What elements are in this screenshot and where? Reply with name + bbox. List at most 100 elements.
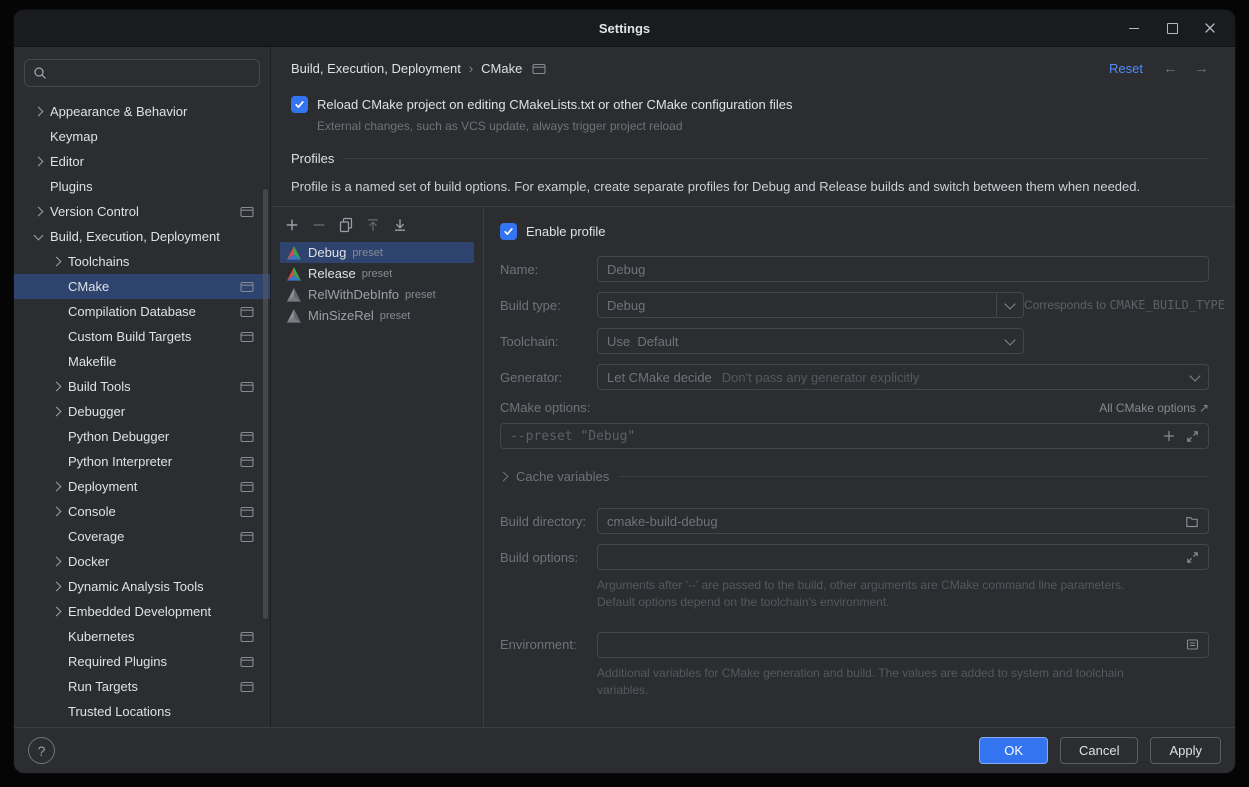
minimize-button[interactable] bbox=[1115, 10, 1153, 46]
dialog-footer: ? OK Cancel Apply bbox=[14, 727, 1235, 773]
name-field[interactable]: Debug bbox=[597, 256, 1209, 282]
chevron-right-icon[interactable] bbox=[48, 554, 64, 570]
build-type-select[interactable]: Debug bbox=[597, 292, 1024, 318]
profile-preset-tag: preset bbox=[380, 310, 411, 322]
chevron-right-icon[interactable] bbox=[48, 604, 64, 620]
sidebar-item-makefile[interactable]: Makefile bbox=[14, 349, 270, 374]
sidebar-item-python-debugger[interactable]: Python Debugger bbox=[14, 424, 270, 449]
chevron-right-icon[interactable] bbox=[30, 154, 46, 170]
breadcrumb-item-build-execution-deployment[interactable]: Build, Execution, Deployment bbox=[291, 61, 461, 76]
profile-form: Enable profile Name: Debug Build type: D… bbox=[484, 207, 1235, 727]
sidebar-item-required-plugins[interactable]: Required Plugins bbox=[14, 649, 270, 674]
toolchain-select[interactable]: Use Default bbox=[597, 328, 1024, 354]
sidebar-item-kubernetes[interactable]: Kubernetes bbox=[14, 624, 270, 649]
forward-arrow-icon[interactable]: → bbox=[1194, 60, 1209, 77]
chevron-right-icon[interactable] bbox=[30, 204, 46, 220]
close-button[interactable] bbox=[1191, 10, 1229, 46]
chevron-down-icon[interactable] bbox=[30, 229, 46, 245]
sidebar-item-debugger[interactable]: Debugger bbox=[14, 399, 270, 424]
chevron-icon bbox=[48, 629, 64, 645]
sidebar-item-label: Kubernetes bbox=[68, 629, 135, 644]
profile-item-minsizerel[interactable]: MinSizeRel preset bbox=[280, 305, 474, 326]
sidebar-item-custom-build-targets[interactable]: Custom Build Targets bbox=[14, 324, 270, 349]
sidebar-item-appearance-behavior[interactable]: Appearance & Behavior bbox=[14, 99, 270, 124]
environment-field[interactable] bbox=[597, 632, 1209, 658]
chevron-down-icon bbox=[1004, 334, 1015, 345]
help-button[interactable]: ? bbox=[28, 737, 55, 764]
search-input[interactable] bbox=[53, 65, 251, 82]
sidebar-item-python-interpreter[interactable]: Python Interpreter bbox=[14, 449, 270, 474]
copy-profile-button[interactable] bbox=[337, 216, 355, 234]
remove-profile-button[interactable] bbox=[310, 216, 328, 234]
sidebar-item-label: Embedded Development bbox=[68, 604, 211, 619]
sidebar-item-compilation-database[interactable]: Compilation Database bbox=[14, 299, 270, 324]
chevron-right-icon[interactable] bbox=[30, 104, 46, 120]
sidebar-item-label: Docker bbox=[68, 554, 109, 569]
sidebar-item-build-execution-deployment[interactable]: Build, Execution, Deployment bbox=[14, 224, 270, 249]
back-arrow-icon[interactable]: ← bbox=[1163, 60, 1178, 77]
cache-variables-label: Cache variables bbox=[516, 469, 609, 484]
sidebar-item-deployment[interactable]: Deployment bbox=[14, 474, 270, 499]
sidebar-item-trusted-locations[interactable]: Trusted Locations bbox=[14, 699, 270, 724]
move-up-button[interactable] bbox=[364, 216, 382, 234]
expand-field-icon[interactable] bbox=[1186, 430, 1199, 443]
profile-item-debug[interactable]: Debug preset bbox=[280, 242, 474, 263]
generator-select[interactable]: Let CMake decide Don't pass any generato… bbox=[597, 364, 1209, 390]
build-directory-field[interactable]: cmake-build-debug bbox=[597, 508, 1209, 534]
profile-item-release[interactable]: Release preset bbox=[280, 263, 474, 284]
sidebar-item-toolchains[interactable]: Toolchains bbox=[14, 249, 270, 274]
variables-list-icon[interactable] bbox=[1186, 638, 1199, 651]
chevron-right-icon[interactable] bbox=[48, 579, 64, 595]
profile-toolbar bbox=[280, 212, 474, 238]
project-settings-icon bbox=[240, 631, 254, 643]
breadcrumb-separator-icon: › bbox=[469, 61, 473, 76]
ok-button[interactable]: OK bbox=[979, 737, 1048, 764]
sidebar-item-label: Version Control bbox=[50, 204, 139, 219]
move-down-button[interactable] bbox=[391, 216, 409, 234]
reset-link[interactable]: Reset bbox=[1109, 61, 1143, 76]
cmake-options-field[interactable]: --preset "Debug" bbox=[500, 423, 1209, 449]
cache-variables-toggle[interactable]: Cache variables bbox=[500, 469, 1209, 484]
sidebar-item-editor[interactable]: Editor bbox=[14, 149, 270, 174]
sidebar-item-keymap[interactable]: Keymap bbox=[14, 124, 270, 149]
sidebar-item-console[interactable]: Console bbox=[14, 499, 270, 524]
chevron-right-icon[interactable] bbox=[48, 404, 64, 420]
chevron-right-icon[interactable] bbox=[48, 379, 64, 395]
sidebar-item-embedded-development[interactable]: Embedded Development bbox=[14, 599, 270, 624]
sidebar-item-docker[interactable]: Docker bbox=[14, 549, 270, 574]
sidebar-scrollbar[interactable] bbox=[263, 189, 268, 619]
chevron-right-icon[interactable] bbox=[48, 479, 64, 495]
chevron-right-icon[interactable] bbox=[48, 504, 64, 520]
project-settings-icon bbox=[240, 431, 254, 443]
profile-item-relwithdebinfo[interactable]: RelWithDebInfo preset bbox=[280, 284, 474, 305]
profiles-description: Profile is a named set of build options.… bbox=[291, 179, 1209, 194]
build-options-field[interactable] bbox=[597, 544, 1209, 570]
breadcrumb: Build, Execution, Deployment › CMake bbox=[291, 61, 546, 76]
apply-button[interactable]: Apply bbox=[1150, 737, 1221, 764]
sidebar-item-version-control[interactable]: Version Control bbox=[14, 199, 270, 224]
cancel-button[interactable]: Cancel bbox=[1060, 737, 1138, 764]
chevron-right-icon[interactable] bbox=[48, 254, 64, 270]
sidebar-item-dynamic-analysis-tools[interactable]: Dynamic Analysis Tools bbox=[14, 574, 270, 599]
sidebar-item-build-tools[interactable]: Build Tools bbox=[14, 374, 270, 399]
settings-main: Build, Execution, Deployment › CMake Res… bbox=[271, 47, 1235, 727]
sidebar-item-plugins[interactable]: Plugins bbox=[14, 174, 270, 199]
expand-field-icon[interactable] bbox=[1186, 551, 1199, 564]
folder-icon[interactable] bbox=[1185, 515, 1199, 528]
add-option-icon[interactable] bbox=[1163, 430, 1175, 442]
sidebar-item-label: Debugger bbox=[68, 404, 125, 419]
sidebar-item-run-targets[interactable]: Run Targets bbox=[14, 674, 270, 699]
sidebar-item-cmake[interactable]: CMake bbox=[14, 274, 270, 299]
sidebar-item-label: Appearance & Behavior bbox=[50, 104, 187, 119]
breadcrumb-item-cmake[interactable]: CMake bbox=[481, 61, 522, 76]
sidebar-item-coverage[interactable]: Coverage bbox=[14, 524, 270, 549]
enable-profile-label: Enable profile bbox=[526, 224, 606, 239]
add-profile-button[interactable] bbox=[283, 216, 301, 234]
profile-name: Release bbox=[308, 266, 356, 281]
reload-cmake-checkbox[interactable] bbox=[291, 96, 308, 113]
all-cmake-options-link[interactable]: All CMake options ↗ bbox=[1099, 401, 1209, 415]
enable-profile-checkbox[interactable] bbox=[500, 223, 517, 240]
profiles-panel: Debug preset Release preset RelWithDebIn… bbox=[271, 206, 1235, 727]
maximize-button[interactable] bbox=[1153, 10, 1191, 46]
settings-search-box[interactable] bbox=[24, 59, 260, 87]
